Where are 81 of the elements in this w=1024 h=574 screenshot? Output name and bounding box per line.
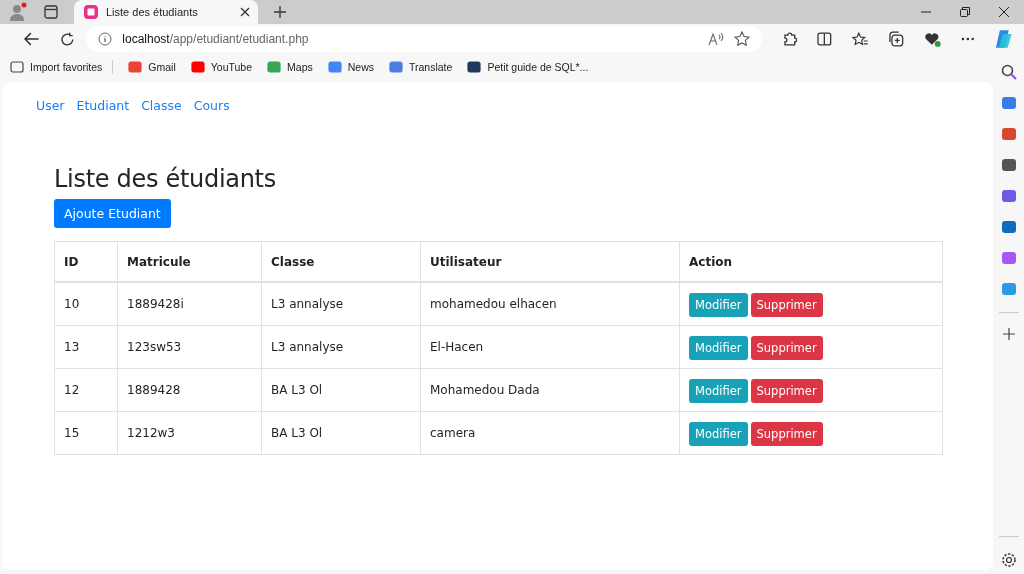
close-icon[interactable] bbox=[999, 7, 1009, 17]
table-cell: El-Hacen bbox=[420, 325, 680, 368]
profile-icon[interactable] bbox=[8, 2, 28, 22]
table-cell: BA L3 Ol bbox=[261, 368, 421, 411]
delete-button[interactable]: Supprimer bbox=[750, 292, 823, 317]
delete-button[interactable]: Supprimer bbox=[750, 378, 823, 403]
table-cell: camera bbox=[420, 411, 680, 454]
table-cell: 123sw53 bbox=[117, 325, 262, 368]
copilot-icon[interactable] bbox=[994, 29, 1014, 49]
table-cell: L3 annalyse bbox=[261, 282, 421, 325]
table-cell: mohamedou elhacen bbox=[420, 282, 680, 325]
add-button[interactable]: Ajoute Etudiant bbox=[54, 199, 171, 228]
settings-icon[interactable] bbox=[1000, 552, 1017, 568]
nav-link[interactable]: Cours bbox=[191, 96, 236, 113]
star-icon[interactable] bbox=[733, 31, 750, 47]
table-cell: 13 bbox=[54, 325, 118, 368]
bookmark[interactable]: Maps bbox=[267, 60, 313, 74]
more-icon[interactable] bbox=[960, 37, 975, 41]
delete-button[interactable]: Supprimer bbox=[750, 421, 823, 446]
table-cell: 1889428 bbox=[117, 368, 262, 411]
bookmark[interactable]: Import favorites bbox=[10, 60, 114, 74]
search-icon[interactable] bbox=[1000, 64, 1017, 80]
table-cell: 10 bbox=[54, 282, 118, 325]
table-cell: 12 bbox=[54, 368, 118, 411]
table-cell: 15 bbox=[54, 411, 118, 454]
new-tab-icon[interactable] bbox=[274, 6, 286, 18]
bookmark-icon bbox=[190, 60, 205, 74]
heart-icon[interactable] bbox=[924, 31, 941, 47]
address-bar[interactable]: localhost/app/etudiant/etudiant.php bbox=[86, 26, 762, 52]
page-title: Liste des étudiants bbox=[54, 165, 277, 193]
info-icon bbox=[98, 32, 113, 46]
edit-button[interactable]: Modifier bbox=[689, 335, 748, 360]
bookmark-icon bbox=[128, 60, 143, 74]
column-header: Utilisateur bbox=[420, 241, 680, 282]
read-aloud-icon[interactable] bbox=[707, 32, 724, 46]
bookmark[interactable]: Petit guide de SQL*... bbox=[467, 60, 589, 74]
bookmark-icon bbox=[327, 60, 342, 74]
bookmark[interactable]: YouTube bbox=[190, 60, 253, 74]
nav-link[interactable]: Etudiant bbox=[74, 96, 136, 113]
url-text: localhost/app/etudiant/etudiant.php bbox=[122, 32, 309, 46]
back-icon[interactable] bbox=[24, 32, 40, 46]
sidebar-app-icon[interactable] bbox=[1000, 95, 1017, 111]
table-cell: Mohamedou Dada bbox=[420, 368, 680, 411]
column-header: Action bbox=[679, 241, 943, 282]
refresh-icon[interactable] bbox=[59, 31, 75, 47]
favorites-icon[interactable] bbox=[851, 31, 869, 47]
table-cell: 1889428i bbox=[117, 282, 262, 325]
close-icon[interactable] bbox=[240, 7, 250, 17]
bookmark[interactable]: Translate bbox=[389, 60, 453, 74]
bookmark[interactable]: News bbox=[327, 60, 374, 74]
delete-button[interactable]: Supprimer bbox=[750, 335, 823, 360]
split-screen-icon[interactable] bbox=[817, 32, 832, 46]
sidebar-app-icon[interactable] bbox=[1000, 188, 1017, 204]
extensions-icon[interactable] bbox=[781, 31, 798, 47]
bookmark[interactable]: Gmail bbox=[128, 60, 176, 74]
column-header: Classe bbox=[261, 241, 421, 282]
sidebar-app-icon[interactable] bbox=[1000, 219, 1017, 235]
tab-actions-icon[interactable] bbox=[44, 5, 58, 19]
table-cell: BA L3 Ol bbox=[261, 411, 421, 454]
sidebar-app-icon[interactable] bbox=[1000, 157, 1017, 173]
add-icon[interactable] bbox=[1002, 328, 1015, 340]
browser-tab[interactable]: Liste des étudiants bbox=[74, 0, 258, 24]
sidebar-app-icon[interactable] bbox=[1000, 126, 1017, 142]
table-cell: 1212w3 bbox=[117, 411, 262, 454]
bookmark-icon bbox=[467, 60, 482, 74]
nav-link[interactable]: User bbox=[34, 96, 71, 113]
collections-icon[interactable] bbox=[888, 31, 905, 47]
edit-button[interactable]: Modifier bbox=[689, 292, 748, 317]
bookmark-icon bbox=[267, 60, 282, 74]
site-icon bbox=[84, 5, 98, 19]
tab-title: Liste des étudiants bbox=[106, 6, 199, 18]
bookmark-icon bbox=[389, 60, 403, 74]
restore-icon[interactable] bbox=[960, 7, 970, 17]
column-header: Matricule bbox=[117, 241, 262, 282]
sidebar-app-icon[interactable] bbox=[1000, 250, 1017, 266]
edit-button[interactable]: Modifier bbox=[689, 421, 748, 446]
table-cell: L3 annalyse bbox=[261, 325, 421, 368]
edit-button[interactable]: Modifier bbox=[689, 378, 748, 403]
nav-link[interactable]: Classe bbox=[139, 96, 188, 113]
bookmark-icon bbox=[10, 60, 24, 74]
column-header: ID bbox=[54, 241, 118, 282]
